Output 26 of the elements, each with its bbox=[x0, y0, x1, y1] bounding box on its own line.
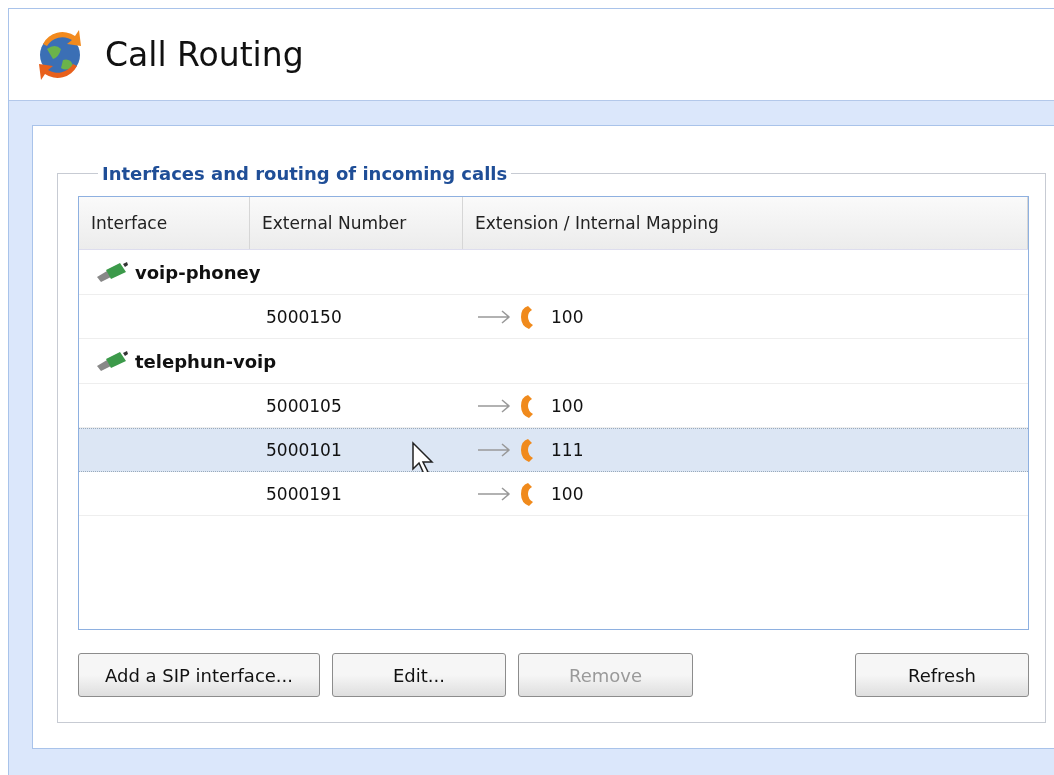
table-row[interactable]: 5000191 100 bbox=[79, 472, 1028, 516]
external-number: 5000105 bbox=[266, 396, 342, 416]
external-number: 5000101 bbox=[266, 440, 342, 460]
window-title: Call Routing bbox=[105, 35, 304, 74]
network-plug-icon bbox=[95, 350, 129, 372]
arrow-icon bbox=[477, 487, 511, 501]
action-button[interactable]: Refresh bbox=[855, 653, 1029, 697]
interface-name: telephun-voip bbox=[135, 350, 277, 372]
arrow-icon bbox=[477, 443, 511, 457]
extension-number: 111 bbox=[551, 440, 584, 460]
arrow-icon bbox=[477, 399, 511, 413]
action-button[interactable]: Edit... bbox=[332, 653, 506, 697]
interface-name: voip-phoney bbox=[135, 261, 261, 283]
extension-number: 100 bbox=[551, 484, 584, 504]
extension-number: 100 bbox=[551, 396, 584, 416]
extension-number: 100 bbox=[551, 307, 584, 327]
group-box-title: Interfaces and routing of incoming calls bbox=[101, 163, 509, 184]
external-number: 5000150 bbox=[266, 307, 342, 327]
table-row[interactable]: 5000101 111 bbox=[79, 428, 1028, 472]
network-plug-icon bbox=[95, 261, 129, 283]
action-button[interactable]: Add a SIP interface... bbox=[78, 653, 320, 697]
column-header[interactable]: Extension / Internal Mapping bbox=[463, 197, 1028, 249]
column-header[interactable]: Interface bbox=[79, 197, 250, 249]
arrow-icon bbox=[477, 310, 511, 324]
column-header[interactable]: External Number bbox=[250, 197, 463, 249]
external-number: 5000191 bbox=[266, 484, 342, 504]
